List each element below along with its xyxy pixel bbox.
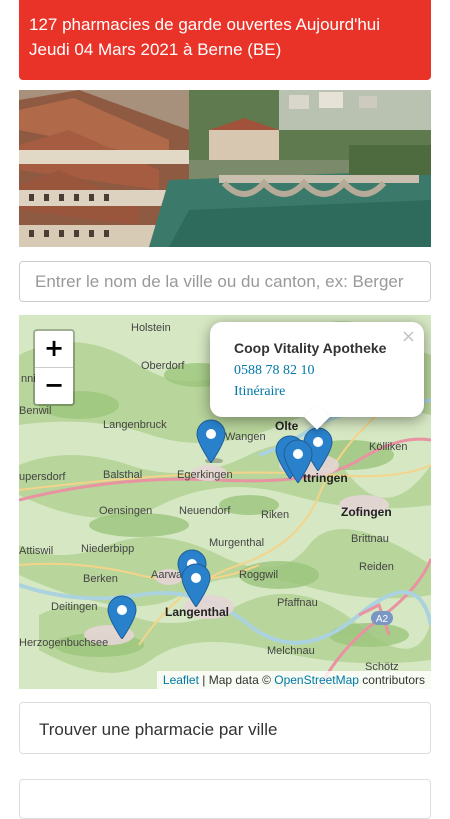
attribution-separator: | Map data ©	[198, 673, 275, 687]
hero-image-bern	[19, 90, 431, 247]
bern-cityscape-picture	[19, 90, 431, 247]
map-label-melchnau: Melchnau	[267, 645, 315, 657]
map-label-kolliken: Kölliken	[369, 441, 408, 453]
banner-count-line: 127 pharmacies de garde ouvertes Aujourd…	[29, 15, 381, 34]
pharmacy-name: Coop Vitality Apotheke	[234, 340, 387, 356]
map-label-deitingen: Deitingen	[51, 601, 98, 613]
pharmacy-phone-link[interactable]: 0588 78 82 10	[234, 360, 424, 381]
city-search-input[interactable]	[19, 261, 431, 302]
map-label-olte: Olte	[275, 419, 299, 433]
map-label-benwil: Benwil	[19, 405, 52, 417]
pharmacy-marker[interactable]	[181, 563, 211, 607]
map-label-zofingen: Zofingen	[341, 505, 392, 519]
map-label-langenthal: Langenthal	[165, 605, 230, 619]
pharmacy-marker[interactable]	[196, 419, 226, 463]
popup-close-button[interactable]: ×	[401, 326, 416, 347]
attribution-suffix: contributors	[358, 673, 425, 687]
map-label-balsthal: Balsthal	[103, 469, 143, 481]
map-label-roggwil: Roggwil	[239, 569, 279, 581]
map-label-berken: Berken	[83, 573, 118, 585]
map-label-neuendorf: Neuendorf	[179, 505, 231, 517]
pharmacy-marker[interactable]	[107, 595, 137, 639]
map-attribution: Leaflet | Map data © OpenStreetMap contr…	[156, 671, 431, 689]
pharmacy-popup: × Coop Vitality Apotheke 0588 78 82 10 I…	[210, 322, 424, 430]
map-label-holstein: Holstein	[131, 322, 171, 334]
next-card	[19, 779, 431, 819]
find-by-city-card[interactable]: Trouver une pharmacie par ville	[19, 702, 431, 754]
map-label-murgenthal: Murgenthal	[209, 537, 265, 549]
map-label-upersdorf: upersdorf	[19, 471, 66, 483]
banner-date-line: Jeudi 04 Mars 2021 à Berne (BE)	[29, 40, 282, 59]
pharmacy-marker[interactable]	[283, 439, 313, 483]
itinerary-link[interactable]: Itinéraire	[234, 381, 424, 402]
find-by-city-title: Trouver une pharmacie par ville	[39, 720, 278, 739]
map-label-langenbruck: Langenbruck	[103, 419, 167, 431]
map-label-oensingen: Oensingen	[99, 505, 153, 517]
map-label-pfaffnau: Pfaffnau	[277, 597, 318, 609]
map-label-niederbipp: Niederbipp	[81, 543, 135, 555]
header-banner: 127 pharmacies de garde ouvertes Aujourd…	[19, 0, 431, 80]
map-label-attiswil: Attiswil	[19, 545, 54, 557]
map-label-herzogenbuchsee: Herzogenbuchsee	[19, 637, 109, 649]
map-label-riken: Riken	[261, 509, 290, 521]
zoom-in-button[interactable]: +	[35, 331, 73, 368]
svg-text:A2: A2	[376, 614, 389, 625]
map-label-wangen: Wangen	[225, 431, 266, 443]
zoom-out-button[interactable]: −	[35, 368, 73, 404]
map-label-brittnau: Brittnau	[351, 533, 389, 545]
map-label-egerkingen: Egerkingen	[177, 469, 233, 481]
map-label-reiden: Reiden	[359, 561, 394, 573]
map-label-oberdorf: Oberdorf	[141, 360, 185, 372]
pharmacy-map[interactable]: A2 Holstein Oberdorf nningen Benwil Lang…	[19, 315, 431, 689]
openstreetmap-link[interactable]: OpenStreetMap	[274, 673, 359, 687]
leaflet-link[interactable]: Leaflet	[163, 673, 199, 687]
zoom-control: + −	[33, 329, 75, 406]
